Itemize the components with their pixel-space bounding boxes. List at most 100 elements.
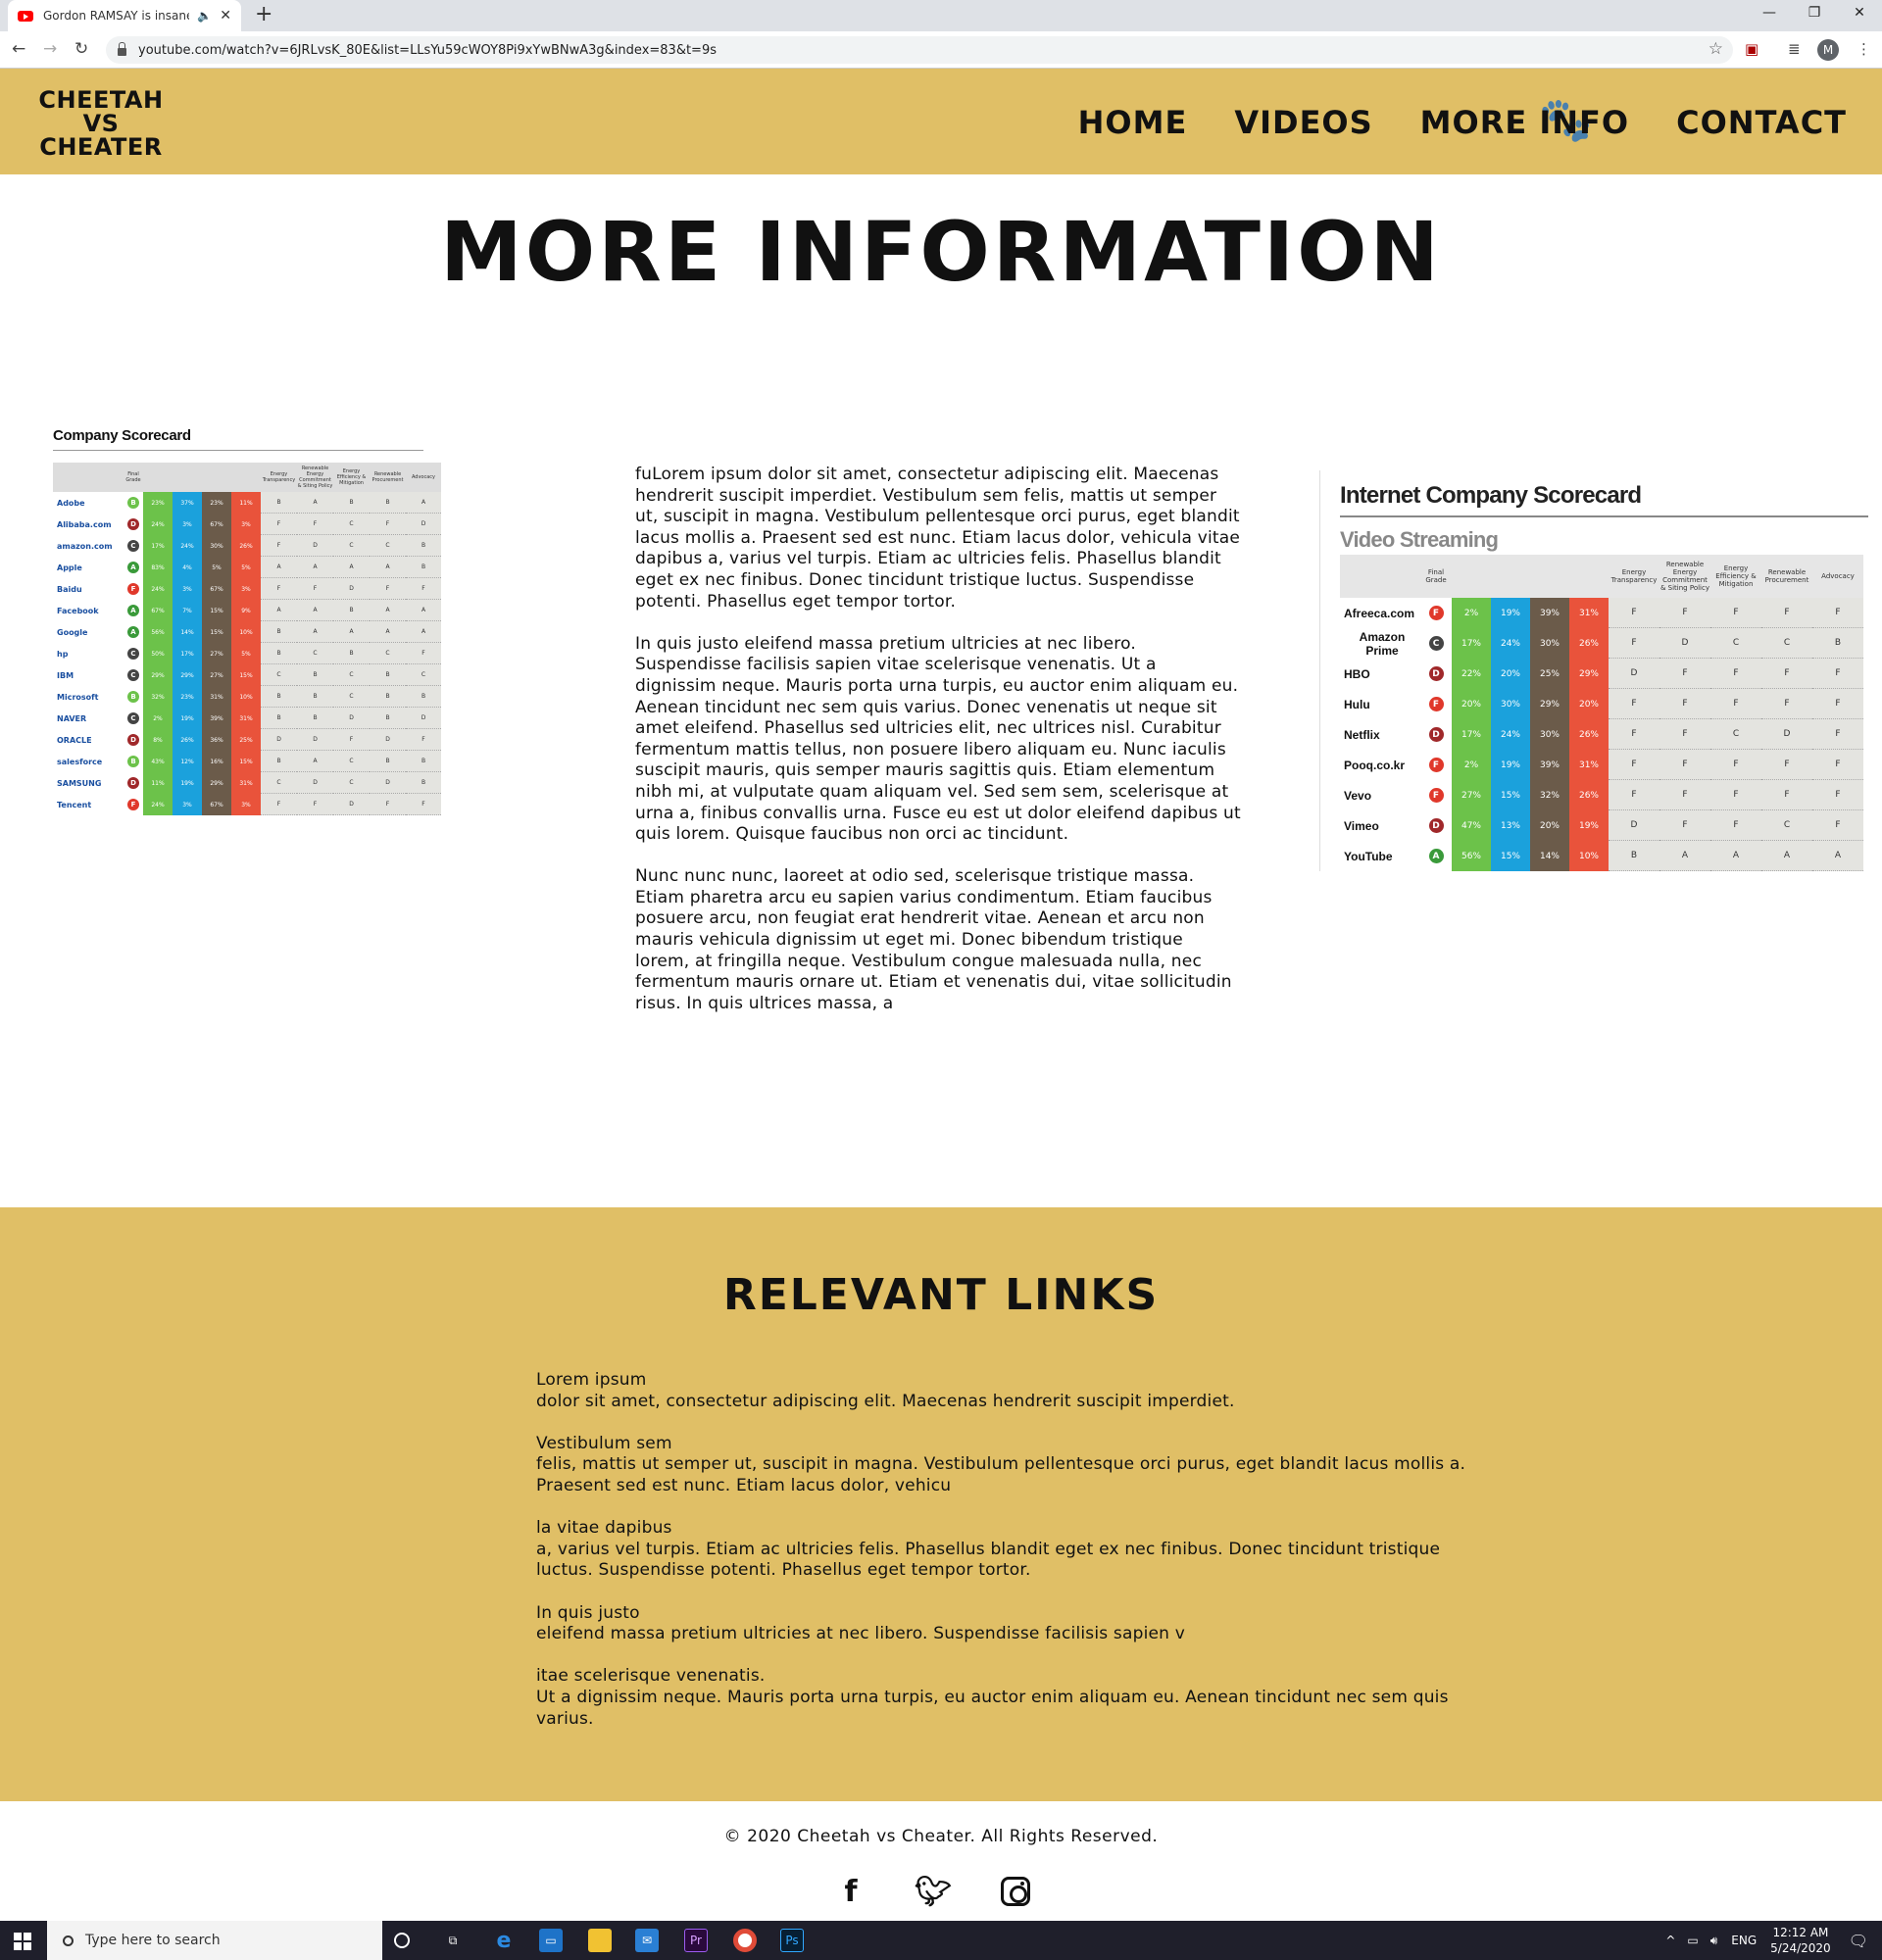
company-name: HBO: [1344, 666, 1370, 681]
link-group: la vitae dapibus a, varius vel turpis. Et…: [536, 1518, 1497, 1582]
premiere-icon[interactable]: Pr: [684, 1929, 708, 1952]
task-view-icon[interactable]: ⧉: [441, 1929, 465, 1952]
taskbar-search[interactable]: Type here to search: [47, 1921, 382, 1960]
category-grade-cell: D: [297, 729, 333, 751]
speaker-icon[interactable]: 🔈: [197, 9, 212, 23]
nav-contact[interactable]: CONTACT: [1676, 104, 1847, 141]
omnibox[interactable]: youtube.com/watch?v=6JRLvsK_80E&list=LLs…: [106, 36, 1733, 64]
menu-dots-icon[interactable]: ⋮: [1857, 40, 1871, 58]
link-heading[interactable]: In quis justo: [536, 1603, 640, 1623]
tray-chevron-icon[interactable]: ^: [1665, 1934, 1675, 1947]
category-grade-cell: A: [297, 751, 333, 772]
company-name: Amazon Prime: [1359, 629, 1406, 658]
nav-home[interactable]: HOME: [1078, 104, 1188, 141]
category-grade-cell: B: [261, 643, 297, 664]
instagram-icon[interactable]: [996, 1872, 1035, 1911]
category-grade-cell: B: [261, 751, 297, 772]
grade-cell: C: [124, 708, 143, 729]
nav-more-info[interactable]: MORE INFO: [1420, 104, 1629, 141]
category-grade-cell: A: [370, 557, 406, 578]
forward-icon[interactable]: →: [43, 39, 57, 59]
category-grade-cell: A: [370, 621, 406, 643]
link-heading[interactable]: la vitae dapibus: [536, 1518, 672, 1538]
twitter-icon[interactable]: 🐦︎: [914, 1872, 953, 1911]
category-grade-cell: C: [370, 643, 406, 664]
new-tab-button[interactable]: +: [255, 2, 272, 26]
category-grade-cell: F: [370, 514, 406, 535]
cortana-icon[interactable]: [394, 1933, 410, 1948]
window-app-icon[interactable]: ▭: [539, 1929, 563, 1952]
grade-cell: D: [124, 772, 143, 794]
media-queue-icon[interactable]: ≣: [1788, 40, 1801, 58]
nav-videos[interactable]: VIDEOS: [1234, 104, 1372, 141]
category-grade-cell: D: [1609, 659, 1659, 689]
energy-share-cell: 7%: [173, 600, 202, 621]
category-grade-cell: F: [1761, 750, 1812, 780]
table-header-cell: Final Grade: [1420, 555, 1452, 598]
company-name: Baidu: [57, 584, 82, 594]
browser-tab[interactable]: Gordon RAMSAY is insane!!! 🔈 ✕: [8, 0, 241, 31]
link-heading[interactable]: Lorem ipsum: [536, 1370, 647, 1390]
grade-cell: B: [124, 751, 143, 772]
category-grade-cell: F: [1609, 628, 1659, 659]
photoshop-icon[interactable]: Ps: [780, 1929, 804, 1952]
grade-badge: C: [1428, 636, 1444, 651]
notifications-icon[interactable]: 🗨︎: [1849, 1932, 1868, 1950]
category-grade-cell: A: [333, 557, 370, 578]
restore-icon[interactable]: ❐: [1792, 0, 1837, 27]
category-grade-cell: B: [261, 492, 297, 514]
chrome-icon[interactable]: [733, 1929, 757, 1952]
close-window-icon[interactable]: ✕: [1837, 0, 1882, 27]
energy-share-cell: 15%: [1491, 841, 1530, 871]
category-grade-cell: A: [261, 557, 297, 578]
youtube-favicon-icon: [18, 10, 33, 22]
category-grade-cell: F: [1609, 780, 1659, 810]
company-name: Adobe: [57, 498, 85, 508]
energy-share-cell: 24%: [143, 514, 173, 535]
language-indicator[interactable]: ENG: [1731, 1934, 1757, 1947]
back-icon[interactable]: ←: [12, 39, 25, 59]
category-grade-cell: F: [1609, 750, 1659, 780]
category-grade-cell: F: [1710, 810, 1761, 841]
windows-taskbar: Type here to search ⧉ e ▭ ✉ Pr Ps ^ ▭ 🔊︎…: [0, 1921, 1882, 1960]
site-logo[interactable]: CHEETAH VS CHEATER: [37, 88, 165, 159]
mail-icon[interactable]: ✉: [635, 1929, 659, 1952]
edge-icon[interactable]: e: [492, 1929, 516, 1953]
grade-badge: F: [127, 583, 139, 595]
table-header-cell: Renewable Procurement: [370, 463, 406, 492]
link-heading[interactable]: itae scelerisque venenatis.: [536, 1666, 766, 1686]
network-icon[interactable]: ▭: [1687, 1934, 1698, 1947]
divider: [53, 450, 423, 451]
category-grade-cell: C: [370, 535, 406, 557]
category-grade-cell: D: [370, 772, 406, 794]
site-footer: © 2020 Cheetah vs Cheater. All Rights Re…: [0, 1801, 1882, 1921]
energy-share-cell: 25%: [231, 729, 261, 751]
energy-share-cell: 31%: [202, 686, 231, 708]
category-grade-cell: D: [1761, 719, 1812, 750]
close-tab-icon[interactable]: ✕: [220, 8, 231, 24]
grade-badge: D: [127, 518, 139, 530]
profile-avatar[interactable]: M: [1817, 39, 1839, 61]
energy-share-cell: 27%: [1452, 780, 1491, 810]
energy-share-cell: 29%: [143, 664, 173, 686]
copyright-text: © 2020 Cheetah vs Cheater. All Rights Re…: [723, 1827, 1159, 1846]
energy-share-cell: 32%: [143, 686, 173, 708]
minimize-icon[interactable]: —: [1747, 0, 1792, 27]
pdf-extension-icon[interactable]: ▣: [1745, 40, 1758, 58]
company-name: ORACLE: [57, 735, 92, 745]
energy-share-cell: 17%: [173, 643, 202, 664]
table-header-cell: [1452, 555, 1491, 598]
link-heading[interactable]: Vestibulum sem: [536, 1434, 672, 1453]
energy-share-cell: 36%: [202, 729, 231, 751]
link-text: felis, mattis ut semper ut, suscipit in …: [536, 1454, 1466, 1495]
reload-icon[interactable]: ↻: [74, 39, 88, 59]
file-explorer-icon[interactable]: [588, 1929, 612, 1952]
category-grade-cell: F: [333, 729, 370, 751]
category-grade-cell: C: [1761, 628, 1812, 659]
grade-cell: D: [124, 514, 143, 535]
volume-icon[interactable]: 🔊︎: [1710, 1934, 1718, 1948]
windows-start-icon[interactable]: [14, 1933, 31, 1950]
bookmark-star-icon[interactable]: ☆: [1709, 39, 1723, 59]
facebook-icon[interactable]: f: [831, 1872, 870, 1911]
clock[interactable]: 12:12 AM 5/24/2020: [1770, 1925, 1831, 1956]
